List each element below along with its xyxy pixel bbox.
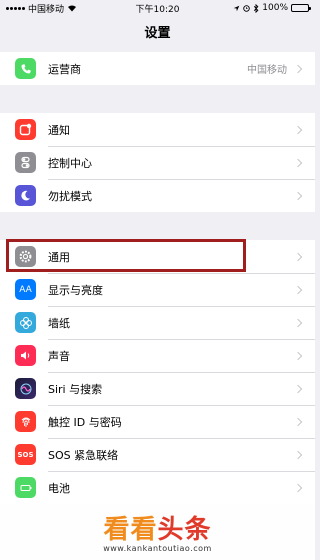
settings-group-general: 通用 AA 显示与亮度 墙纸 声音 Siri 与搜索 触控 ID 与密码 SOS… bbox=[0, 240, 315, 504]
settings-row-touch-id[interactable]: 触控 ID 与密码 bbox=[0, 405, 315, 438]
chevron-right-icon bbox=[293, 384, 303, 394]
settings-row-label: Siri 与搜索 bbox=[48, 383, 103, 396]
chevron-right-icon bbox=[293, 191, 303, 201]
settings-row-siri[interactable]: Siri 与搜索 bbox=[0, 372, 315, 405]
settings-group-notifications: 通知 控制中心 勿扰模式 bbox=[0, 113, 315, 212]
settings-group-carrier: 运营商 中国移动 bbox=[0, 52, 315, 85]
settings-row-label: 触控 ID 与密码 bbox=[48, 416, 122, 429]
phone-icon bbox=[15, 58, 36, 79]
settings-row-notifications[interactable]: 通知 bbox=[0, 113, 315, 146]
toggle-icon bbox=[15, 152, 36, 173]
chevron-right-icon bbox=[293, 351, 303, 361]
sos-label: SOS bbox=[17, 450, 34, 459]
settings-row-label: 显示与亮度 bbox=[48, 284, 103, 297]
chevron-right-icon bbox=[293, 64, 303, 73]
watermark-title-a: 看看 bbox=[103, 515, 158, 545]
settings-row-control-center[interactable]: 控制中心 bbox=[0, 146, 315, 179]
text-size-icon: AA bbox=[15, 279, 36, 300]
chevron-right-icon bbox=[293, 158, 303, 168]
settings-row-general[interactable]: 通用 bbox=[0, 240, 315, 273]
signal-icon bbox=[6, 6, 25, 10]
carrier-label: 中国移动 bbox=[28, 4, 65, 15]
battery-indicator bbox=[291, 4, 311, 12]
page-title: 设置 bbox=[144, 26, 171, 41]
settings-row-label: 电池 bbox=[48, 482, 70, 495]
settings-row-sounds[interactable]: 声音 bbox=[0, 339, 315, 372]
moon-icon bbox=[15, 185, 36, 206]
siri-icon bbox=[15, 378, 36, 399]
watermark-url: www.kankantoutiao.com bbox=[103, 544, 212, 553]
settings-row-label: 运营商 bbox=[48, 62, 81, 76]
battery-icon bbox=[15, 477, 36, 498]
alarm-icon bbox=[243, 4, 251, 12]
settings-row-sos[interactable]: SOS SOS 紧急联络 bbox=[0, 438, 315, 471]
settings-row-label: 勿扰模式 bbox=[48, 190, 92, 203]
status-bar: 中国移动 下午10:20 100% bbox=[0, 0, 315, 16]
sos-icon: SOS bbox=[15, 444, 36, 465]
text-size-label: AA bbox=[19, 284, 32, 295]
watermark-logo: 看看头条 bbox=[103, 509, 211, 546]
settings-row-do-not-disturb[interactable]: 勿扰模式 bbox=[0, 179, 315, 212]
watermark: 看看头条 www.kankantoutiao.com bbox=[0, 502, 315, 560]
wifi-icon bbox=[68, 5, 77, 12]
chevron-right-icon bbox=[293, 252, 303, 261]
settings-row-display[interactable]: AA 显示与亮度 bbox=[0, 273, 315, 306]
flower-icon bbox=[15, 312, 36, 333]
settings-row-label: SOS 紧急联络 bbox=[48, 449, 119, 462]
settings-row-wallpaper[interactable]: 墙纸 bbox=[0, 306, 315, 339]
settings-row-carrier[interactable]: 运营商 中国移动 bbox=[0, 52, 315, 85]
settings-row-label: 通知 bbox=[48, 123, 70, 137]
chevron-right-icon bbox=[293, 125, 303, 134]
location-icon bbox=[233, 5, 240, 11]
fingerprint-icon bbox=[15, 411, 36, 432]
bluetooth-icon bbox=[254, 3, 259, 13]
carrier-value: 中国移动 bbox=[247, 65, 287, 76]
chevron-right-icon bbox=[293, 318, 303, 328]
gear-icon bbox=[15, 246, 36, 267]
battery-percent: 100% bbox=[262, 3, 288, 13]
speaker-icon bbox=[15, 345, 36, 366]
settings-row-label: 声音 bbox=[48, 350, 70, 363]
settings-row-battery[interactable]: 电池 bbox=[0, 471, 315, 504]
settings-row-label: 墙纸 bbox=[48, 317, 70, 330]
chevron-right-icon bbox=[293, 285, 303, 295]
settings-row-label: 控制中心 bbox=[48, 157, 92, 170]
watermark-title-b: 头条 bbox=[157, 515, 212, 545]
notification-icon bbox=[15, 119, 36, 140]
chevron-right-icon bbox=[293, 417, 303, 427]
chevron-right-icon bbox=[293, 450, 303, 460]
chevron-right-icon bbox=[293, 483, 303, 493]
settings-row-label: 通用 bbox=[48, 250, 70, 264]
